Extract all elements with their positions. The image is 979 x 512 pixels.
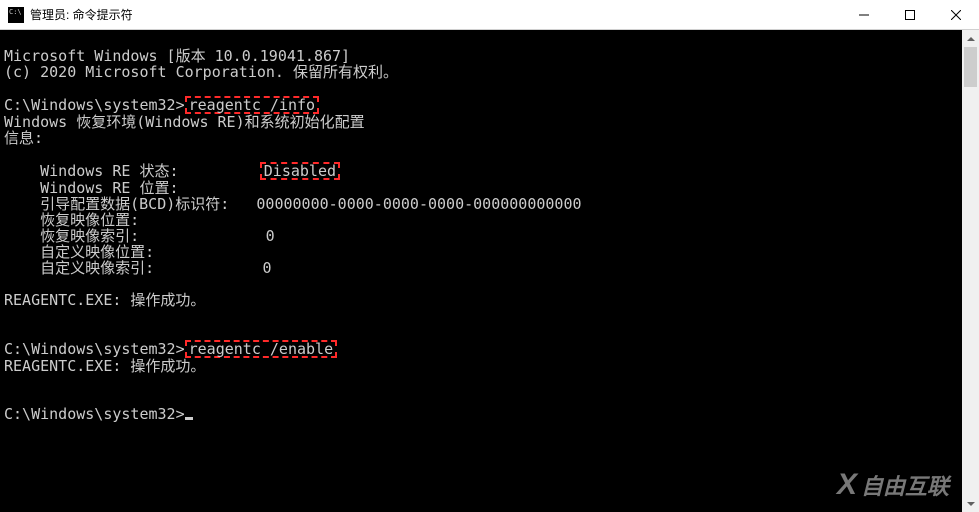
field-label: Windows RE 状态: <box>4 162 260 180</box>
prompt-path: C:\Windows\system32> <box>4 96 185 114</box>
close-button[interactable] <box>933 0 979 29</box>
cmd-icon <box>8 7 24 23</box>
watermark-logo: X <box>837 468 855 502</box>
chevron-up-icon <box>967 37 975 41</box>
minimize-icon <box>859 10 869 20</box>
window-titlebar: 管理员: 命令提示符 <box>0 0 979 30</box>
maximize-button[interactable] <box>887 0 933 29</box>
maximize-icon <box>905 10 915 20</box>
result-line: REAGENTC.EXE: 操作成功。 <box>4 291 205 309</box>
window-title: 管理员: 命令提示符 <box>30 6 841 23</box>
text-cursor <box>185 417 193 420</box>
copyright-line: (c) 2020 Microsoft Corporation. 保留所有权利。 <box>4 63 398 81</box>
status-highlight-disabled: Disabled <box>260 162 340 180</box>
command-highlight-info: reagentc /info <box>185 96 319 114</box>
command-text: reagentc /info <box>189 96 315 114</box>
watermark-text: 自由互联 <box>861 469 949 501</box>
status-value: Disabled <box>264 162 336 180</box>
output-line: 信息: <box>4 129 43 147</box>
output-line: 自定义映像索引: 0 <box>4 259 272 277</box>
prompt-path: C:\Windows\system32> <box>4 405 185 423</box>
scroll-down-button[interactable] <box>962 495 979 512</box>
watermark: X 自由互联 <box>837 468 949 502</box>
chevron-down-icon <box>967 502 975 506</box>
output-line: Windows 恢复环境(Windows RE)和系统初始化配置 <box>4 113 365 131</box>
scroll-thumb[interactable] <box>964 47 977 87</box>
window-controls <box>841 0 979 29</box>
minimize-button[interactable] <box>841 0 887 29</box>
close-icon <box>951 10 961 20</box>
command-text: reagentc /enable <box>189 340 334 358</box>
prompt-path: C:\Windows\system32> <box>4 340 185 358</box>
result-line: REAGENTC.EXE: 操作成功。 <box>4 357 205 375</box>
terminal-output[interactable]: Microsoft Windows [版本 10.0.19041.867] (c… <box>0 30 979 424</box>
vertical-scrollbar[interactable] <box>962 30 979 512</box>
command-highlight-enable: reagentc /enable <box>185 340 338 358</box>
scroll-track[interactable] <box>962 47 979 495</box>
scroll-up-button[interactable] <box>962 30 979 47</box>
